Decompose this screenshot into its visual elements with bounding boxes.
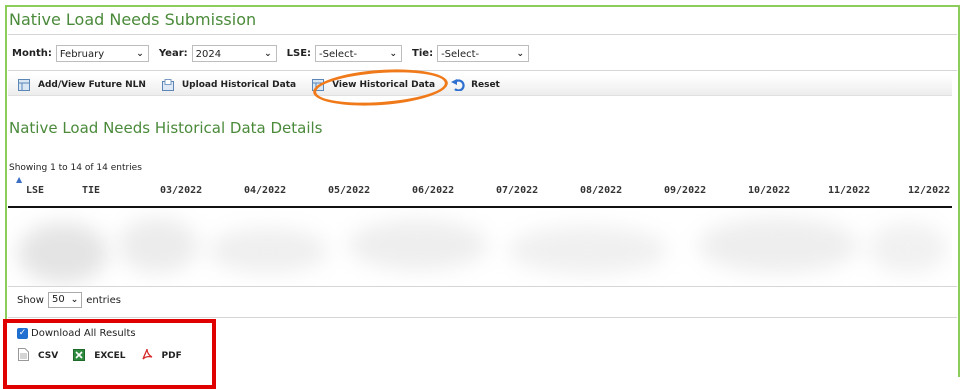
entries-select[interactable]: 50 ⌄ bbox=[47, 292, 83, 308]
undo-icon bbox=[451, 79, 465, 92]
column-header-month[interactable]: 09/2022 bbox=[664, 185, 706, 196]
year-value: 2024 bbox=[195, 48, 222, 60]
chevron-down-icon: ⌄ bbox=[389, 48, 398, 59]
year-select[interactable]: 2024 ⌄ bbox=[191, 44, 277, 62]
table-body-blurred bbox=[8, 208, 952, 286]
divider bbox=[8, 70, 957, 71]
divider bbox=[8, 34, 957, 35]
year-label: Year: bbox=[158, 47, 188, 59]
column-header-month[interactable]: 05/2022 bbox=[328, 185, 370, 196]
csv-file-icon bbox=[18, 348, 29, 364]
tie-label: Tie: bbox=[412, 47, 434, 59]
csv-label: CSV bbox=[38, 351, 59, 361]
month-select[interactable]: February ⌄ bbox=[55, 44, 149, 62]
tie-value: -Select- bbox=[441, 48, 480, 60]
chevron-down-icon: ⌄ bbox=[264, 48, 272, 59]
upload-historical-data-button[interactable]: Upload Historical Data bbox=[161, 79, 297, 91]
divider bbox=[8, 286, 957, 287]
table-icon bbox=[312, 79, 325, 91]
excel-icon bbox=[73, 348, 86, 364]
tie-select[interactable]: -Select- ⌄ bbox=[437, 44, 530, 62]
column-header-lse[interactable]: LSE bbox=[26, 185, 44, 196]
month-value: February bbox=[59, 48, 105, 60]
column-header-month[interactable]: 12/2022 bbox=[908, 185, 950, 196]
column-header-month[interactable]: 06/2022 bbox=[412, 185, 454, 196]
table-length: Show 50 ⌄ entries bbox=[17, 292, 121, 308]
excel-export-button[interactable]: EXCEL bbox=[73, 348, 126, 364]
pdf-icon bbox=[141, 348, 153, 364]
csv-export-button[interactable]: CSV bbox=[18, 348, 58, 364]
chevron-down-icon: ⌄ bbox=[516, 48, 525, 59]
section-title: Native Load Needs Historical Data Detail… bbox=[9, 119, 323, 137]
lse-label: LSE: bbox=[286, 47, 312, 59]
table-header: ▲ LSE TIE 03/2022 04/2022 05/2022 06/202… bbox=[8, 175, 952, 208]
column-header-month[interactable]: 08/2022 bbox=[580, 185, 622, 196]
sort-asc-icon: ▲ bbox=[16, 175, 23, 184]
add-view-future-nln-button[interactable]: Add/View Future NLN bbox=[18, 79, 146, 91]
column-header-tie[interactable]: TIE bbox=[82, 185, 100, 196]
column-header-month[interactable]: 03/2022 bbox=[160, 185, 202, 196]
upload-icon bbox=[161, 79, 174, 91]
show-label: Show bbox=[17, 294, 44, 306]
column-header-month[interactable]: 11/2022 bbox=[828, 185, 870, 196]
entries-value: 50 bbox=[51, 294, 65, 305]
lse-select[interactable]: -Select- ⌄ bbox=[315, 44, 403, 62]
table-icon bbox=[18, 79, 30, 91]
upload-label: Upload Historical Data bbox=[181, 80, 297, 90]
column-header-month[interactable]: 10/2022 bbox=[748, 185, 790, 196]
export-buttons: CSV EXCEL PDF bbox=[18, 348, 197, 364]
download-all-checkbox[interactable]: ✓ bbox=[17, 328, 28, 339]
lse-value: -Select- bbox=[319, 48, 358, 60]
filter-bar: Month: February ⌄ Year: 2024 ⌄ LSE: -Sel… bbox=[12, 43, 539, 63]
reset-button[interactable]: Reset bbox=[451, 79, 500, 92]
table-info: Showing 1 to 14 of 14 entries bbox=[9, 163, 142, 173]
chevron-down-icon: ⌄ bbox=[70, 295, 79, 305]
toolbar: Add/View Future NLN Upload Historical Da… bbox=[8, 75, 952, 96]
entries-label: entries bbox=[86, 294, 121, 306]
chevron-down-icon: ⌄ bbox=[136, 48, 144, 59]
pdf-label: PDF bbox=[161, 351, 182, 361]
view-historical-data-button[interactable]: View Historical Data bbox=[312, 79, 435, 91]
excel-label: EXCEL bbox=[94, 351, 126, 361]
month-label: Month: bbox=[12, 47, 52, 59]
download-all-label: Download All Results bbox=[31, 328, 136, 339]
column-header-month[interactable]: 07/2022 bbox=[496, 185, 538, 196]
reset-label: Reset bbox=[471, 80, 500, 90]
download-all-option[interactable]: ✓ Download All Results bbox=[17, 328, 136, 339]
pdf-export-button[interactable]: PDF bbox=[141, 348, 182, 364]
page-title: Native Load Needs Submission bbox=[9, 10, 257, 29]
column-header-month[interactable]: 04/2022 bbox=[244, 185, 286, 196]
divider bbox=[8, 317, 957, 318]
view-hist-label: View Historical Data bbox=[332, 80, 436, 90]
add-view-label: Add/View Future NLN bbox=[38, 80, 146, 90]
